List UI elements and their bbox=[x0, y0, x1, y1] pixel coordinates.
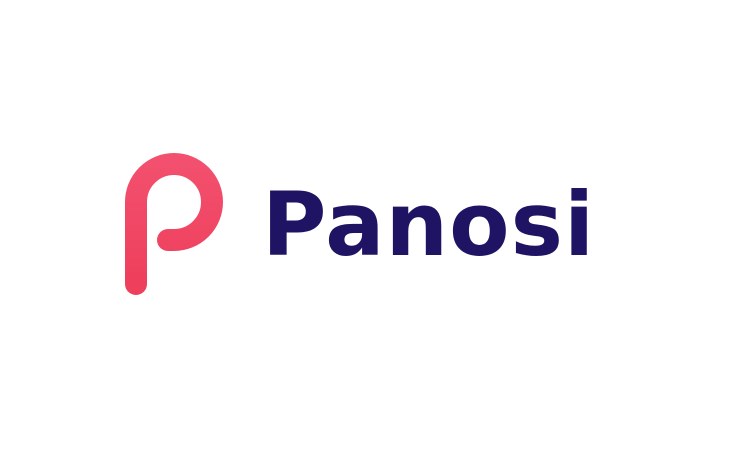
page: Panosi bbox=[0, 0, 750, 450]
p-letter-icon bbox=[124, 150, 224, 300]
brand-wordmark: Panosi bbox=[262, 173, 596, 276]
brand-logo: Panosi bbox=[124, 150, 634, 300]
